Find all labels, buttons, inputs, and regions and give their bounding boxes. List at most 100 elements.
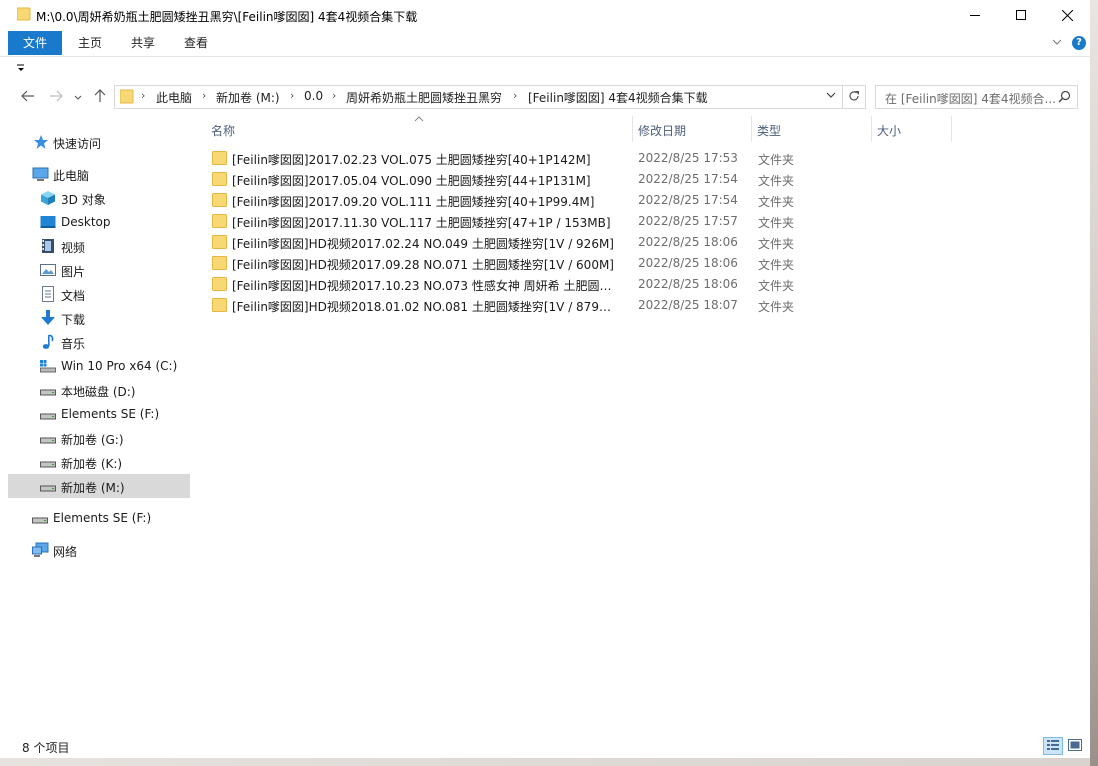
breadcrumb-folder-0-0[interactable]: 0.0 <box>304 89 323 103</box>
navigation-pane: 快速访问 此电脑 3D 对象 Desktop 视频 图片 文档 下载 音乐 Wi… <box>8 118 190 738</box>
sidebar-item-drive-d[interactable]: 本地磁盘 (D:) <box>8 378 190 402</box>
table-row[interactable]: [Feilin嗲囡囡]HD视频2017.09.28 NO.071 土肥圆矮挫穷[… <box>208 253 828 274</box>
file-date: 2022/8/25 18:06 <box>638 277 738 291</box>
video-icon <box>40 238 56 254</box>
tab-view[interactable]: 查看 <box>170 31 222 55</box>
column-header-label: 类型 <box>757 124 782 138</box>
file-list: 名称 修改日期 类型 大小 [Feilin嗲囡囡]2017.02.23 VOL.… <box>196 112 1090 732</box>
sidebar-item-this-pc[interactable]: 此电脑 <box>8 162 190 186</box>
breadcrumb-drive-m[interactable]: 新加卷 (M:) <box>216 89 280 106</box>
sidebar-item-drive-m[interactable]: 新加卷 (M:) <box>8 474 190 498</box>
file-date: 2022/8/25 17:54 <box>638 193 738 207</box>
sidebar-item-drive-f[interactable]: Elements SE (F:) <box>8 402 190 426</box>
search-box[interactable]: 在 [Feilin嗲囡囡] 4套4视频合... <box>875 85 1078 109</box>
desktop-background-edge <box>0 758 1090 766</box>
file-type: 文件夹 <box>758 195 795 209</box>
column-header-name[interactable]: 名称 <box>196 112 632 144</box>
ribbon-tabs: 文件 主页 共享 查看 ? <box>0 30 1090 57</box>
sidebar-item-label: 网络 <box>53 545 78 559</box>
address-history-chevron-icon[interactable] <box>826 88 836 102</box>
breadcrumb-separator[interactable]: › <box>332 89 336 102</box>
file-date: 2022/8/25 17:54 <box>638 172 738 186</box>
column-header-date[interactable]: 修改日期 <box>633 112 751 144</box>
recent-locations-button[interactable] <box>71 87 85 107</box>
sidebar-item-drive-k[interactable]: 新加卷 (K:) <box>8 450 190 474</box>
expand-ribbon-icon[interactable] <box>1052 36 1062 50</box>
back-button[interactable] <box>18 87 38 107</box>
table-row[interactable]: [Feilin嗲囡囡]2017.09.20 VOL.111 土肥圆矮挫穷[40+… <box>208 190 828 211</box>
column-header-label: 大小 <box>877 124 902 138</box>
folder-icon <box>212 298 227 315</box>
details-view-icon <box>1046 739 1060 754</box>
sidebar-item-drive-g[interactable]: 新加卷 (G:) <box>8 426 190 450</box>
sidebar-item-documents[interactable]: 文档 <box>8 282 190 306</box>
sidebar-item-label: 新加卷 (K:) <box>61 457 123 471</box>
folder-icon <box>212 172 227 189</box>
minimize-button[interactable] <box>952 0 998 30</box>
column-header-size[interactable]: 大小 <box>872 112 952 144</box>
computer-icon <box>32 166 49 182</box>
breadcrumb-separator[interactable]: › <box>513 89 517 102</box>
file-explorer-window: M:\0.0\周妍希奶瓶土肥圆矮挫丑黑穷\[Feilin嗲囡囡] 4套4视频合集… <box>0 0 1090 766</box>
arrow-right-icon <box>49 90 63 105</box>
refresh-button[interactable] <box>843 85 866 109</box>
desktop-background-edge <box>1090 0 1098 766</box>
breadcrumb-separator[interactable]: › <box>141 89 145 102</box>
drive-icon <box>40 406 56 422</box>
sidebar-item-elements-se[interactable]: Elements SE (F:) <box>8 506 190 530</box>
breadcrumb-separator[interactable]: › <box>202 89 206 102</box>
maximize-button[interactable] <box>998 0 1044 30</box>
sidebar-item-label: 图片 <box>61 265 86 279</box>
table-row[interactable]: [Feilin嗲囡囡]HD视频2017.10.23 NO.073 性感女神 周妍… <box>208 274 828 295</box>
column-divider[interactable] <box>951 116 952 142</box>
window-title: M:\0.0\周妍希奶瓶土肥圆矮挫丑黑穷\[Feilin嗲囡囡] 4套4视频合集… <box>36 10 418 24</box>
sidebar-item-network[interactable]: 网络 <box>8 538 190 562</box>
file-type: 文件夹 <box>758 237 795 251</box>
tab-file[interactable]: 文件 <box>8 31 63 55</box>
chevron-down-icon <box>74 90 82 104</box>
table-row[interactable]: [Feilin嗲囡囡]2017.02.23 VOL.075 土肥圆矮挫穷[40+… <box>208 148 828 169</box>
table-row[interactable]: [Feilin嗲囡囡]2017.05.04 VOL.090 土肥圆矮挫穷[44+… <box>208 169 828 190</box>
table-row[interactable]: [Feilin嗲囡囡]HD视频2017.02.24 NO.049 土肥圆矮挫穷[… <box>208 232 828 253</box>
forward-button[interactable] <box>46 87 66 107</box>
tab-home[interactable]: 主页 <box>64 31 116 55</box>
sidebar-item-music[interactable]: 音乐 <box>8 330 190 354</box>
column-header-type[interactable]: 类型 <box>752 112 870 144</box>
tab-share[interactable]: 共享 <box>117 31 169 55</box>
details-view-button[interactable] <box>1043 737 1063 755</box>
breadcrumb-this-pc[interactable]: 此电脑 <box>156 89 192 106</box>
breadcrumb-current-folder[interactable]: [Feilin嗲囡囡] 4套4视频合集下载 <box>528 89 708 106</box>
table-row[interactable]: [Feilin嗲囡囡]HD视频2018.01.02 NO.081 土肥圆矮挫穷[… <box>208 295 828 316</box>
sidebar-item-label: 文档 <box>61 289 86 303</box>
download-icon <box>40 310 56 326</box>
sidebar-item-quick-access[interactable]: 快速访问 <box>8 130 190 154</box>
close-button[interactable] <box>1044 0 1090 30</box>
sidebar-item-videos[interactable]: 视频 <box>8 234 190 258</box>
search-placeholder: 在 [Feilin嗲囡囡] 4套4视频合... <box>885 92 1055 106</box>
table-row[interactable]: [Feilin嗲囡囡]2017.11.30 VOL.117 土肥圆矮挫穷[47+… <box>208 211 828 232</box>
star-icon <box>33 134 49 150</box>
sidebar-item-pictures[interactable]: 图片 <box>8 258 190 282</box>
arrow-up-icon <box>94 88 106 106</box>
help-icon[interactable]: ? <box>1072 36 1086 50</box>
folder-icon <box>212 235 227 252</box>
sidebar-item-downloads[interactable]: 下载 <box>8 306 190 330</box>
file-name: [Feilin嗲囡囡]HD视频2017.02.24 NO.049 土肥圆矮挫穷[… <box>232 237 614 251</box>
close-icon <box>1061 9 1073 21</box>
cube-icon <box>40 190 56 206</box>
search-icon[interactable] <box>1058 90 1071 106</box>
breadcrumb-separator[interactable]: › <box>290 89 294 102</box>
breadcrumb-folder-parent[interactable]: 周妍希奶瓶土肥圆矮挫丑黑穷 <box>346 89 502 106</box>
file-type: 文件夹 <box>758 300 795 314</box>
sidebar-item-desktop[interactable]: Desktop <box>8 210 190 234</box>
customize-toolbar-icon[interactable] <box>16 62 26 76</box>
sidebar-item-3d-objects[interactable]: 3D 对象 <box>8 186 190 210</box>
title-bar: M:\0.0\周妍希奶瓶土肥圆矮挫丑黑穷\[Feilin嗲囡囡] 4套4视频合集… <box>0 0 1090 30</box>
sidebar-item-drive-c[interactable]: Win 10 Pro x64 (C:) <box>8 354 190 378</box>
drive-icon <box>32 510 48 526</box>
document-icon <box>40 286 56 302</box>
up-button[interactable] <box>90 87 110 107</box>
address-bar[interactable]: › 此电脑 › 新加卷 (M:) › 0.0 › 周妍希奶瓶土肥圆矮挫丑黑穷 ›… <box>114 85 843 109</box>
system-drive-icon <box>40 358 56 374</box>
large-icons-view-button[interactable] <box>1065 737 1085 755</box>
